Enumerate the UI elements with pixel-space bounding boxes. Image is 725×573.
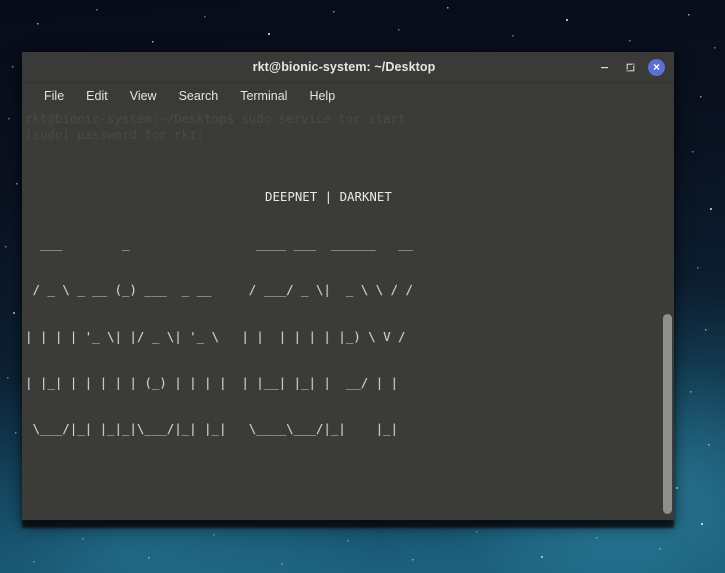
deepnet-darknet-label: DEEPNET | DARKNET: [265, 188, 392, 204]
window-drop-shadow: [22, 520, 674, 528]
minimize-button[interactable]: [596, 59, 613, 76]
terminal-window: rkt@bionic-system: ~/Desktop × File Edit…: [22, 52, 674, 520]
terminal-scrollbar[interactable]: [660, 109, 674, 520]
menu-item-view[interactable]: View: [130, 89, 157, 103]
menu-item-terminal[interactable]: Terminal: [240, 89, 287, 103]
close-button[interactable]: ×: [648, 58, 665, 76]
window-controls: ×: [596, 58, 674, 76]
menubar: File Edit View Search Terminal Help: [22, 83, 674, 109]
ascii-art-line-2: / _ \ _ __ (_) ___ _ __ / ___/ _ \| _ \ …: [25, 282, 413, 298]
maximize-button[interactable]: [622, 59, 639, 76]
ascii-art-line-1: ___ _ ____ ___ ______ __: [25, 235, 413, 251]
terminal-viewport[interactable]: rkt@bionic-system:~/Desktop$ sudo servic…: [22, 109, 674, 520]
ascii-art-line-3: | | | | '_ \| |/ _ \| '_ \ | | | | | | |…: [25, 328, 413, 344]
menu-item-search[interactable]: Search: [179, 89, 219, 103]
ascii-art-line-4: | |_| | | | | | (_) | | | | | |__| |_| |…: [25, 374, 413, 390]
menu-item-help[interactable]: Help: [309, 89, 335, 103]
window-title: rkt@bionic-system: ~/Desktop: [252, 60, 436, 74]
ghost-line-1: rkt@bionic-system:~/Desktop$ sudo servic…: [25, 111, 406, 126]
banner: DEEPNET | DARKNET ___ _ ____ ___ ______ …: [25, 158, 674, 468]
window-titlebar[interactable]: rkt@bionic-system: ~/Desktop ×: [22, 52, 674, 83]
menu-item-edit[interactable]: Edit: [86, 89, 108, 103]
terminal-output: DEEPNET | DARKNET ___ _ ____ ___ ______ …: [22, 109, 674, 520]
ascii-art-line-5: \___/|_| |_|_|\___/|_| |_| \____\___/|_|…: [25, 421, 413, 437]
ghost-line-2: [sudo] password for rkt:: [25, 126, 205, 142]
menu-item-file[interactable]: File: [44, 89, 64, 103]
scrollbar-thumb[interactable]: [663, 314, 672, 514]
scrollback-ghost-text: rkt@bionic-system:~/Desktop$ sudo servic…: [25, 111, 405, 142]
